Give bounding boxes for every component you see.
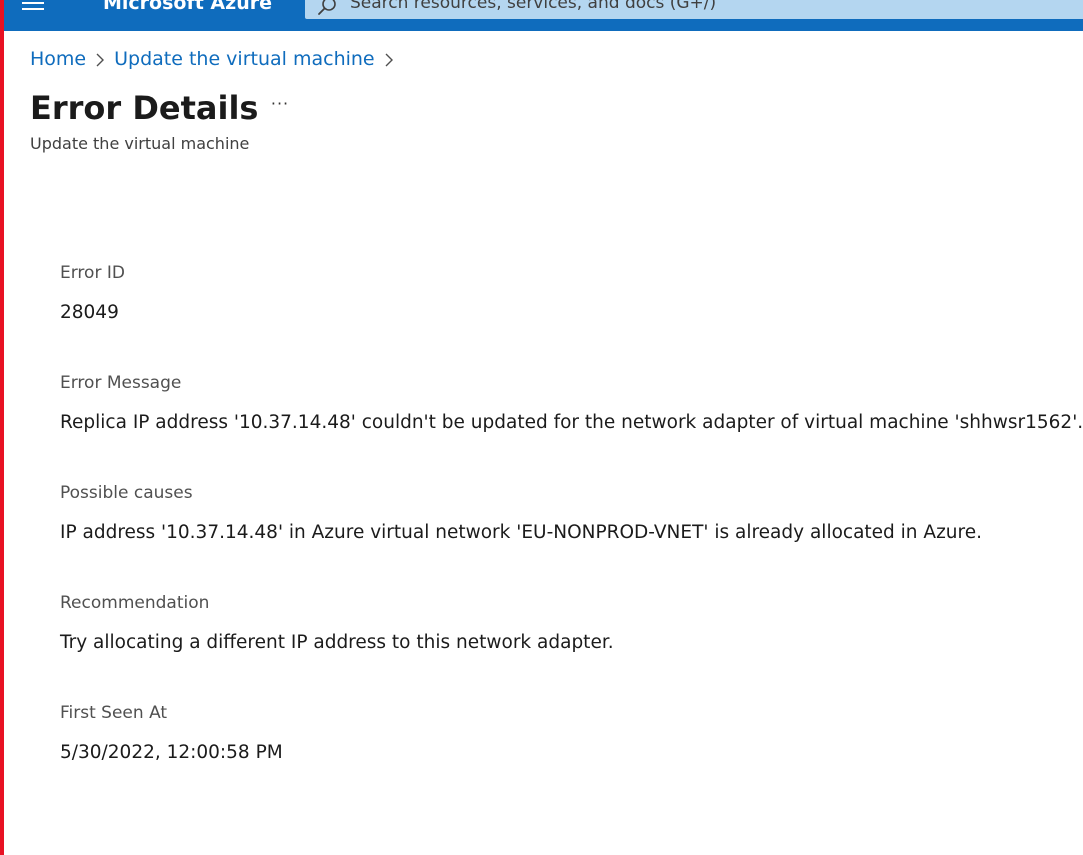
hamburger-menu-icon[interactable]	[22, 0, 48, 10]
detail-label: Error ID	[60, 263, 125, 283]
detail-value: Try allocating a different IP address to…	[60, 632, 614, 653]
detail-label: Recommendation	[60, 593, 210, 613]
detail-value: IP address '10.37.14.48' in Azure virtua…	[60, 522, 982, 543]
top-navigation-bar: Microsoft Azure Search resources, servic…	[0, 0, 1083, 31]
global-search-input[interactable]: Search resources, services, and docs (G+…	[305, 0, 1083, 19]
window-left-border	[0, 0, 4, 855]
detail-value: 5/30/2022, 12:00:58 PM	[60, 742, 283, 763]
chevron-right-icon	[88, 47, 112, 71]
detail-possible-causes: Possible causes IP address '10.37.14.48'…	[60, 480, 1075, 590]
detail-error-id: Error ID 28049	[60, 260, 1075, 370]
page-title: Error Details	[30, 89, 259, 127]
chevron-right-icon	[377, 47, 401, 71]
detail-label: First Seen At	[60, 703, 168, 723]
brand-name[interactable]: Microsoft Azure	[103, 0, 272, 14]
detail-value: 28049	[60, 302, 119, 323]
breadcrumb-home-link[interactable]: Home	[30, 47, 86, 71]
detail-recommendation: Recommendation Try allocating a differen…	[60, 590, 1075, 700]
search-icon	[317, 0, 337, 16]
detail-label: Error Message	[60, 373, 182, 393]
search-placeholder: Search resources, services, and docs (G+…	[350, 0, 717, 13]
error-details-panel: Error ID 28049 Error Message Replica IP …	[60, 260, 1083, 810]
detail-error-message: Error Message Replica IP address '10.37.…	[60, 370, 1083, 480]
page-subtitle: Update the virtual machine	[30, 134, 250, 153]
azure-portal-window: Microsoft Azure Search resources, servic…	[0, 0, 1083, 855]
detail-first-seen-at: First Seen At 5/30/2022, 12:00:58 PM	[60, 700, 1075, 810]
detail-value: Replica IP address '10.37.14.48' couldn'…	[60, 412, 1083, 433]
detail-label: Possible causes	[60, 483, 193, 503]
more-options-button[interactable]: ···	[267, 94, 293, 114]
breadcrumb-update-vm-link[interactable]: Update the virtual machine	[114, 47, 375, 71]
breadcrumb: Home Update the virtual machine	[30, 47, 403, 71]
